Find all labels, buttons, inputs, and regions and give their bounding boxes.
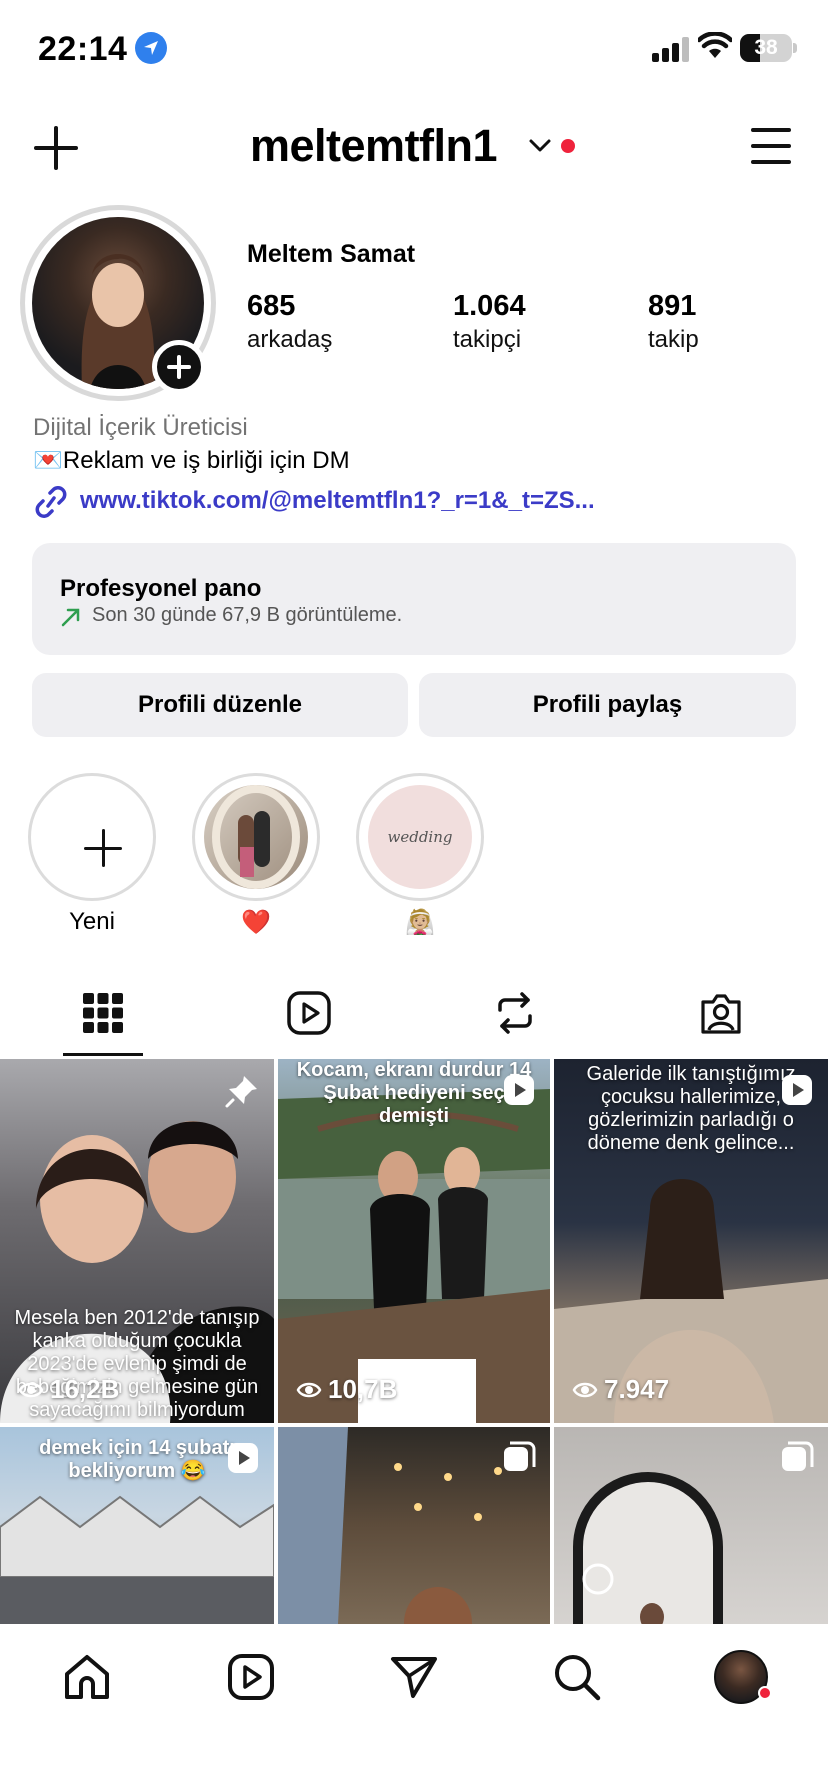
carousel-icon — [502, 1441, 536, 1480]
bottom-navigation — [0, 1624, 828, 1792]
stat-following-label[interactable]: takip — [648, 326, 699, 354]
profile-full-name: Meltem Samat — [247, 240, 416, 268]
notification-dot — [561, 139, 575, 153]
dashboard-subtitle: Son 30 günde 67,9 B görüntüleme. — [92, 604, 403, 626]
grid-post-5[interactable] — [278, 1427, 550, 1624]
reel-play-icon — [502, 1073, 536, 1112]
nav-notification-dot — [758, 1686, 772, 1700]
link-icon — [33, 485, 69, 524]
location-arrow-icon — [135, 32, 167, 64]
menu-hamburger-icon[interactable] — [751, 128, 791, 164]
eye-icon — [296, 1382, 322, 1397]
nav-search-icon[interactable] — [552, 1652, 602, 1702]
tab-tagged[interactable] — [698, 990, 744, 1036]
add-story-button[interactable] — [152, 340, 206, 394]
add-highlight-plus-icon — [40, 785, 144, 889]
grid-post-2-view-count: 10,7B — [328, 1374, 398, 1404]
highlight-wedding[interactable]: wedding — [356, 773, 484, 901]
dashboard-title: Profesyonel pano — [60, 575, 262, 602]
reel-play-icon — [226, 1441, 260, 1480]
chevron-down-icon[interactable] — [528, 138, 552, 159]
nav-reels-icon[interactable] — [226, 1652, 276, 1702]
tab-reposts[interactable] — [492, 990, 538, 1036]
eye-icon — [572, 1382, 598, 1397]
battery-cap — [793, 43, 797, 53]
wifi-icon — [696, 31, 734, 65]
grid-post-3-views: 7.947 — [572, 1374, 669, 1405]
profile-category: Dijital İçerik Üreticisi — [33, 414, 248, 441]
stat-friends-count[interactable]: 685 — [247, 290, 295, 323]
grid-post-3-view-count: 7.947 — [604, 1374, 670, 1404]
carousel-icon — [780, 1441, 814, 1480]
profile-username[interactable]: meltemtfln1 — [250, 120, 498, 172]
cellular-signal-icon — [652, 36, 690, 62]
nav-direct-messages-icon[interactable] — [389, 1652, 439, 1702]
highlight-label-heart: ❤️ — [241, 909, 271, 936]
grid-post-2-views: 10,7B — [296, 1374, 397, 1405]
battery-icon: 38 — [740, 34, 792, 62]
stat-followers-count[interactable]: 1.064 — [453, 290, 526, 323]
nav-home-icon[interactable] — [62, 1652, 112, 1702]
tab-active-indicator — [63, 1053, 143, 1056]
profile-bio: 💌Reklam ve iş birliği için DM — [33, 447, 350, 474]
profile-link[interactable]: www.tiktok.com/@meltemtfln1?_r=1&_t=ZS..… — [80, 487, 595, 515]
highlight-new[interactable] — [28, 773, 156, 901]
stat-friends-label[interactable]: arkadaş — [247, 326, 332, 354]
tab-reels[interactable] — [286, 990, 332, 1036]
reel-play-icon — [780, 1073, 814, 1112]
pinned-icon — [224, 1073, 260, 1114]
create-plus-icon[interactable] — [34, 126, 78, 170]
grid-post-1-views: 16,2B — [18, 1374, 119, 1405]
highlight-label-new: Yeni — [69, 908, 115, 935]
highlight-label-bride: 👰🏼 — [405, 909, 435, 936]
grid-post-4[interactable]: demek için 14 şubatı bekliyorum 😂 — [0, 1427, 274, 1624]
tab-grid[interactable] — [80, 990, 126, 1036]
highlight-cover-couple — [204, 785, 308, 889]
share-profile-button[interactable]: Profili paylaş — [419, 673, 796, 737]
grid-post-2[interactable]: Kocam, ekranı durdur 14 Şubat hediyeni s… — [278, 1059, 550, 1423]
highlight-cover-text: wedding — [387, 828, 453, 846]
highlight-heart[interactable] — [192, 773, 320, 901]
grid-post-1-view-count: 16,2B — [50, 1374, 120, 1404]
stat-following-count[interactable]: 891 — [648, 290, 696, 323]
eye-icon — [18, 1382, 44, 1397]
grid-post-3[interactable]: Galeride ilk tanıştığımız çocuksu haller… — [554, 1059, 828, 1423]
status-time: 22:14 — [38, 30, 128, 68]
battery-level: 38 — [754, 36, 778, 59]
grid-post-6[interactable] — [554, 1427, 828, 1624]
edit-profile-button[interactable]: Profili düzenle — [32, 673, 408, 737]
stat-followers-label[interactable]: takipçi — [453, 326, 521, 354]
trend-up-arrow-icon — [60, 606, 82, 633]
highlight-cover-wedding: wedding — [368, 785, 472, 889]
grid-post-1[interactable]: Mesela ben 2012'de tanışıp kanka olduğum… — [0, 1059, 274, 1423]
